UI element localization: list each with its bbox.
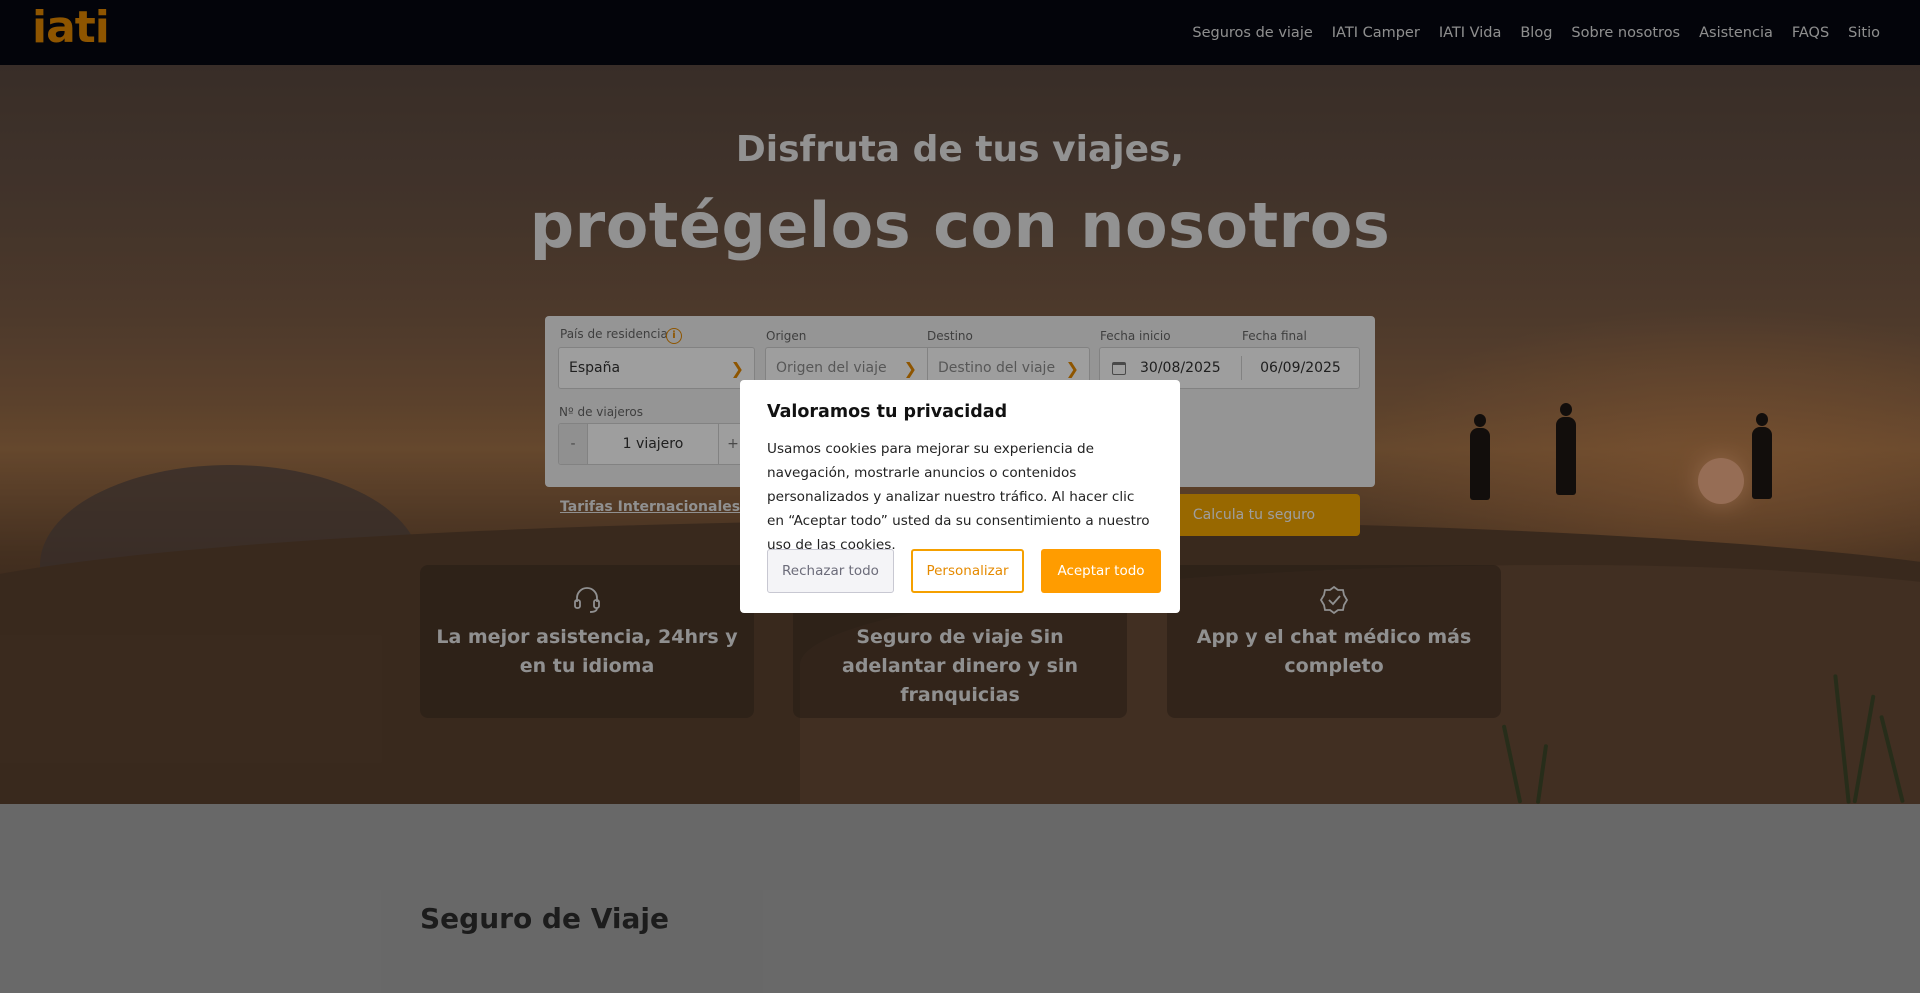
cookie-body: Usamos cookies para mejorar su experienc…: [767, 441, 1150, 553]
reject-all-button[interactable]: Rechazar todo: [767, 549, 894, 593]
cookie-title: Valoramos tu privacidad: [767, 402, 1008, 422]
accept-all-button[interactable]: Aceptar todo: [1041, 549, 1161, 593]
cookie-consent-dialog: Valoramos tu privacidad Usamos cookies p…: [740, 380, 1180, 613]
cookie-actions: Rechazar todo Personalizar Aceptar todo: [767, 549, 1161, 593]
customize-button[interactable]: Personalizar: [911, 549, 1024, 593]
